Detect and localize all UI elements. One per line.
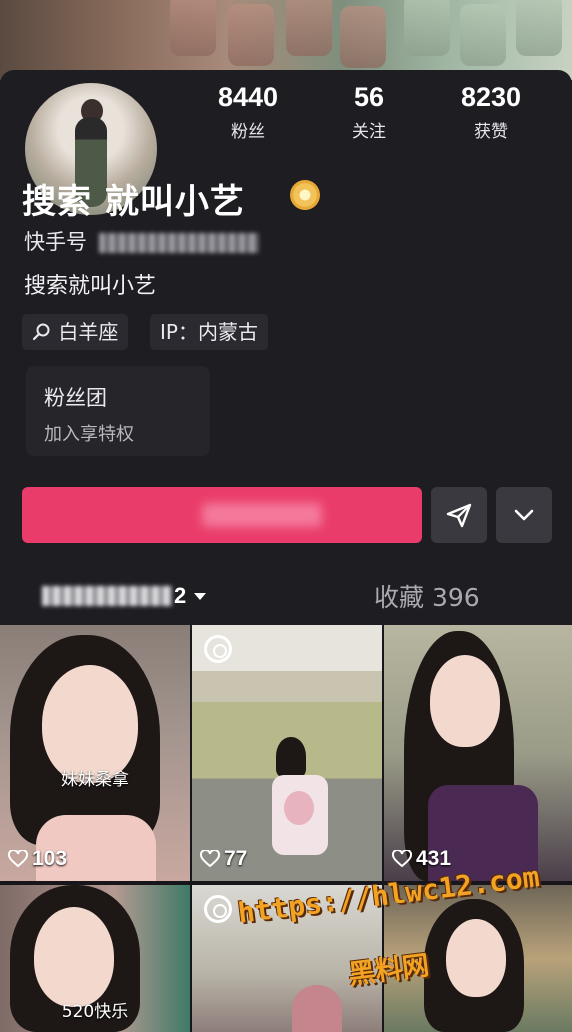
chevron-down-icon: [514, 509, 534, 521]
tag-zodiac: 白羊座: [22, 314, 129, 350]
send-icon: [446, 503, 472, 528]
post-thumbnail[interactable]: 520快乐: [0, 885, 190, 1032]
post-likes-count: 431: [416, 847, 452, 870]
post-likes: 103: [8, 847, 67, 871]
stat-value: 56: [353, 82, 385, 112]
stat-likes[interactable]: 8230 获赞: [436, 82, 546, 142]
heart-icon: [8, 850, 28, 868]
stat-label: 关注: [352, 122, 386, 142]
post-caption: 520快乐: [61, 1002, 129, 1022]
stat-following[interactable]: 56 关注: [314, 82, 424, 142]
post-caption: 妹妹桑拿: [61, 770, 129, 790]
profile-stats: 8440 粉丝 56 关注 8230 获赞: [0, 82, 572, 152]
profile-panel: 8440 粉丝 56 关注 8230 获赞: [0, 70, 572, 630]
tab-works-label-redacted: [42, 586, 172, 606]
tag-zodiac-text: 白羊座: [58, 320, 119, 344]
cover-decor: [170, 0, 216, 56]
cover-decor: [228, 4, 274, 66]
fan-club-title: 粉丝团: [44, 386, 107, 410]
stat-value: 8230: [460, 82, 522, 112]
post-grid: 妹妹桑拿 103 77 431 520快乐: [0, 625, 572, 1032]
follow-button[interactable]: [22, 487, 422, 543]
tab-collection[interactable]: 收藏 396: [374, 578, 480, 614]
content-tabs: 2 收藏 396: [0, 570, 572, 620]
post-likes-count: 103: [32, 847, 68, 870]
share-button[interactable]: [431, 487, 487, 543]
kuaishou-id-label: 快手号: [24, 230, 87, 254]
post-thumbnail[interactable]: 431: [384, 625, 572, 881]
pinned-icon: [204, 895, 232, 923]
tab-works[interactable]: 2: [42, 582, 207, 610]
kuaishou-id-value-redacted: [99, 233, 259, 253]
fan-club-subtitle: 加入享特权: [44, 424, 134, 445]
profile-cover: [0, 0, 572, 80]
stat-label: 粉丝: [231, 122, 265, 142]
cover-decor: [286, 0, 332, 56]
stat-label: 获赞: [474, 122, 508, 142]
post-likes: 431: [392, 847, 451, 871]
heart-icon: [200, 850, 220, 868]
caret-down-icon: [194, 592, 207, 600]
tag-ip-text: IP：内蒙古: [160, 320, 258, 344]
more-button[interactable]: [496, 487, 552, 543]
post-thumbnail[interactable]: 妹妹桑拿 103: [0, 625, 190, 881]
post-likes-count: 77: [224, 847, 248, 870]
fan-club-card[interactable]: 粉丝团 加入享特权: [26, 366, 210, 456]
stat-value: 8440: [217, 82, 279, 112]
search-icon: [32, 323, 50, 341]
cover-decor: [460, 4, 506, 66]
tag-ip-location: IP：内蒙古: [150, 314, 268, 350]
post-thumbnail[interactable]: 77: [192, 625, 382, 881]
heart-icon: [392, 850, 412, 868]
follow-button-label-redacted: [202, 503, 322, 527]
pinned-icon: [204, 635, 232, 663]
cover-decor: [516, 0, 562, 56]
kuaishou-id[interactable]: 快手号: [24, 226, 259, 256]
profile-bio: 搜索就叫小艺: [24, 274, 157, 299]
tab-works-suffix: 2: [174, 583, 187, 608]
cover-decor: [340, 6, 386, 68]
stat-fans[interactable]: 8440 粉丝: [193, 82, 303, 142]
cover-decor: [404, 0, 450, 56]
profile-name: 搜索 就叫小艺: [22, 182, 245, 222]
verified-badge-icon[interactable]: [290, 180, 320, 210]
post-likes: 77: [200, 847, 247, 871]
